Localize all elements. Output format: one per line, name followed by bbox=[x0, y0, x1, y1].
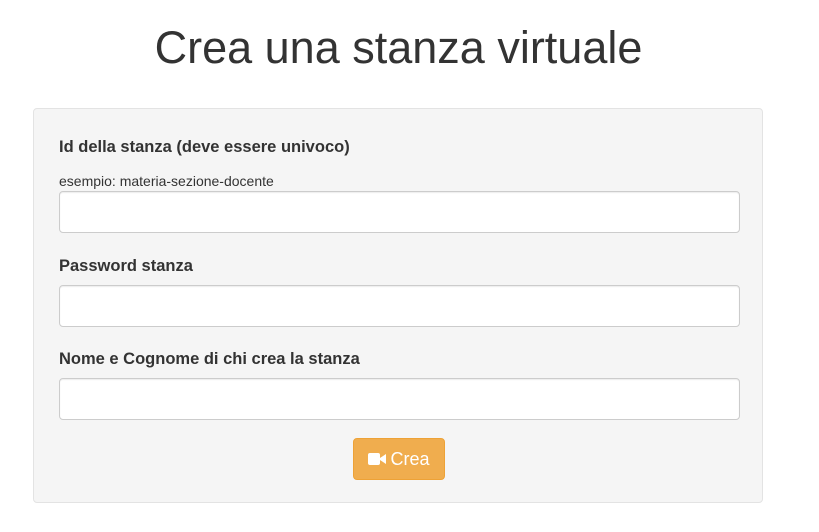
create-room-form: Id della stanza (deve essere univoco) es… bbox=[33, 108, 763, 503]
video-camera-icon bbox=[368, 452, 387, 466]
creator-name-input[interactable] bbox=[59, 378, 740, 420]
room-id-input[interactable] bbox=[59, 191, 740, 233]
room-id-label: Id della stanza (deve essere univoco) bbox=[59, 138, 350, 156]
room-id-hint: esempio: materia-sezione-docente bbox=[59, 173, 274, 189]
create-button[interactable]: Crea bbox=[353, 438, 445, 480]
page-title: Crea una stanza virtuale bbox=[154, 22, 643, 73]
creator-name-label: Nome e Cognome di chi crea la stanza bbox=[59, 350, 360, 368]
create-button-label: Crea bbox=[390, 448, 430, 469]
password-input[interactable] bbox=[59, 285, 740, 327]
password-label: Password stanza bbox=[59, 257, 193, 275]
